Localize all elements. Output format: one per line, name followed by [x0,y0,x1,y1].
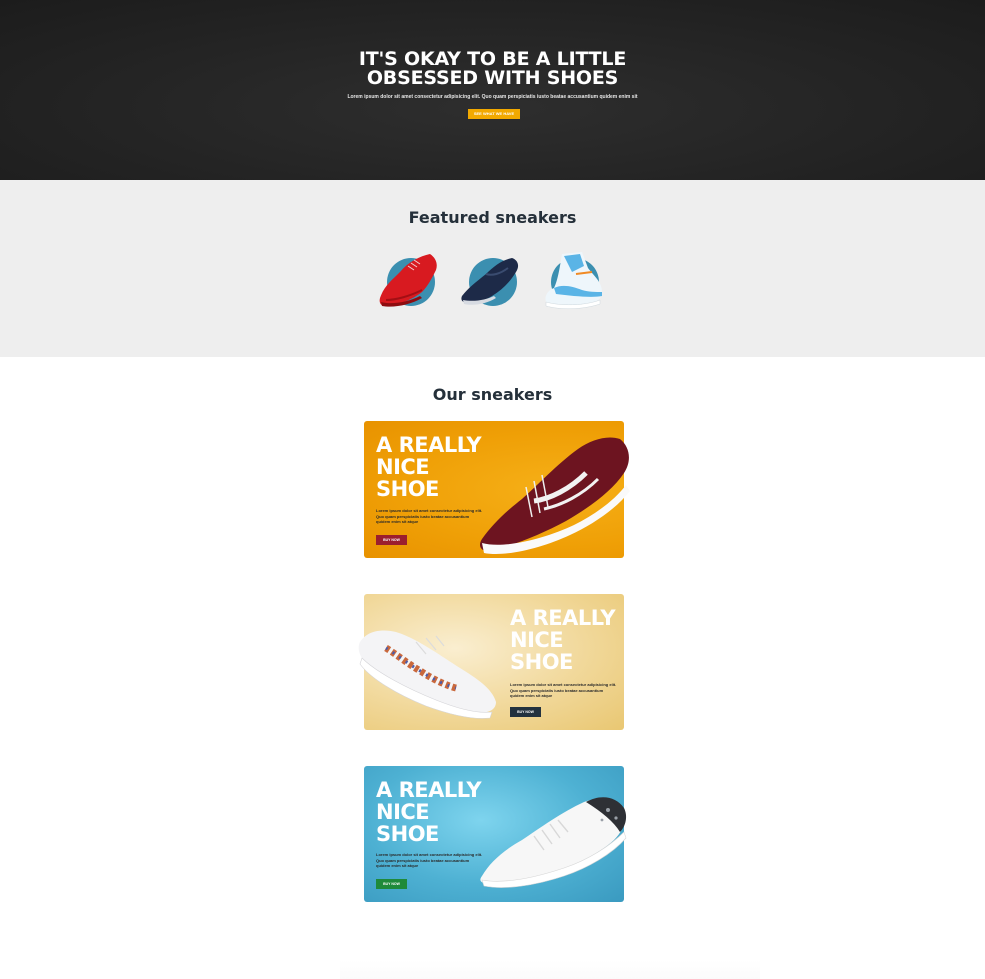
card-heading-line: NICE [376,455,430,479]
card-heading-line: SHOE [376,477,439,501]
white-multicolor-sneaker-image [358,630,496,719]
featured-section: Featured sneakers [0,180,985,357]
maroon-sneaker-image [480,437,630,555]
hero-banner: IT'S OKAY TO BE A LITTLE OBSESSED WITH S… [0,0,985,180]
product-card: A REALLY NICE SHOE Lorem ipsum dolor sit… [358,594,624,730]
product-card: A REALLY NICE SHOE Lorem ipsum dolor sit… [364,421,630,558]
card-heading: A REALLY NICE SHOE [376,433,482,501]
see-what-we-have-button[interactable]: SEE WHAT WE HAVE [468,109,520,119]
card-heading: A REALLY NICE SHOE [510,606,616,674]
card-heading-line: A REALLY [376,433,482,457]
card-description: Lorem ipsum dolor sit amet consectetur a… [510,682,617,698]
card-heading-line: NICE [376,800,430,824]
hero-title: IT'S OKAY TO BE A LITTLE OBSESSED WITH S… [0,50,985,88]
buy-now-button[interactable]: BUY NOW [376,879,407,889]
buy-now-button[interactable]: BUY NOW [510,707,541,717]
card-description: Lorem ipsum dolor sit amet consectetur a… [376,508,483,524]
card-heading-line: A REALLY [376,778,482,802]
card-heading-line: NICE [510,628,564,652]
our-sneakers-title: Our sneakers [432,385,553,404]
featured-item-red[interactable] [378,250,442,314]
hero-title-line2: OBSESSED WITH SHOES [366,67,619,89]
featured-title: Featured sneakers [408,208,577,227]
featured-item-blue-hightop[interactable] [542,250,606,314]
navy-sneaker-icon [461,258,519,305]
product-card: A REALLY NICE SHOE Lorem ipsum dolor sit… [364,766,627,902]
blue-hightop-sneaker-icon [545,252,602,309]
white-sneaker-image [480,797,627,888]
card-heading-line: SHOE [510,650,573,674]
buy-now-button[interactable]: BUY NOW [376,535,407,545]
card-heading-line: SHOE [376,822,439,846]
footer-fade [340,960,760,979]
featured-item-navy[interactable] [460,250,524,314]
card-description: Lorem ipsum dolor sit amet consectetur a… [376,852,483,868]
card-heading-line: A REALLY [510,606,616,630]
red-sneaker-icon [379,254,437,307]
hero-subtitle: Lorem ipsum dolor sit amet consectetur a… [347,94,638,100]
card-heading: A REALLY NICE SHOE [376,778,482,846]
